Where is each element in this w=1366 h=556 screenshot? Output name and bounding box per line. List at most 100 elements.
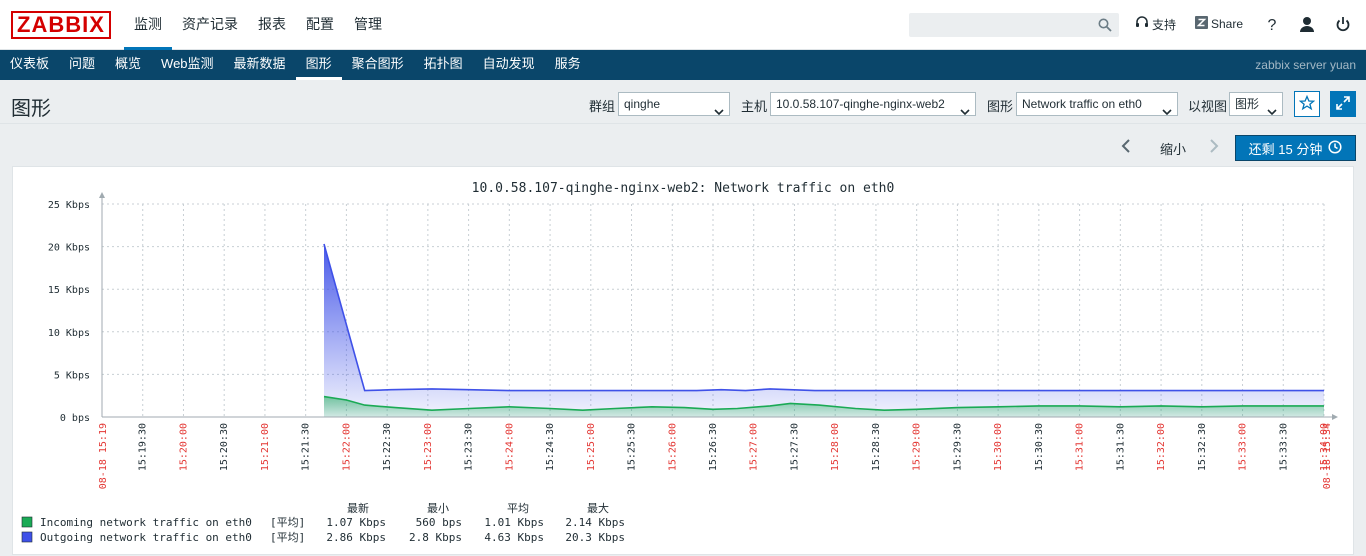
main-nav-item[interactable]: 配置 <box>296 0 344 50</box>
main-nav-item[interactable]: 管理 <box>344 0 392 50</box>
x-tick-label: 15:22:30 <box>382 423 393 471</box>
time-range-button[interactable]: 还剩 15 分钟 <box>1235 135 1356 161</box>
x-tick-label: 15:20:30 <box>219 423 230 471</box>
fullscreen-button[interactable] <box>1330 91 1356 117</box>
x-start-label: 08-18 15:19 <box>98 423 109 489</box>
x-tick-label: 15:30:30 <box>1034 423 1045 471</box>
support-link[interactable]: 支持 <box>1135 16 1176 33</box>
chevron-down-icon <box>960 101 970 123</box>
host-select-value: 10.0.58.107-qinghe-nginx-web2 <box>776 97 945 111</box>
page-header: 图形 群组 qinghe 主机 10.0.58.107-qinghe-nginx… <box>0 80 1366 124</box>
x-tick-label: 15:29:00 <box>912 423 923 471</box>
y-tick-label: 5 Kbps <box>54 370 90 381</box>
legend-header: 最新 <box>347 501 369 515</box>
sub-nav-item[interactable]: Web监测 <box>151 50 224 80</box>
sub-nav-item[interactable]: 服务 <box>545 50 591 80</box>
x-tick-label: 15:32:30 <box>1197 423 1208 471</box>
x-tick-label: 15:27:00 <box>749 423 760 471</box>
legend-value-max: 2.14 Kbps <box>565 516 625 529</box>
power-icon[interactable] <box>1335 14 1351 37</box>
sub-nav-item[interactable]: 最新数据 <box>224 50 296 80</box>
x-tick-label: 15:31:30 <box>1115 423 1126 471</box>
legend-header: 平均 <box>507 502 529 515</box>
chevron-left-icon[interactable] <box>1121 139 1131 156</box>
support-label: 支持 <box>1152 18 1177 32</box>
sub-nav-item[interactable]: 概览 <box>105 50 151 80</box>
x-tick-label: 15:24:30 <box>545 423 556 471</box>
search-box <box>909 13 1119 37</box>
zabbix-logo[interactable]: ZABBIX <box>11 11 111 39</box>
x-tick-label: 15:26:00 <box>667 423 678 471</box>
x-tick-label: 15:20:00 <box>178 423 189 471</box>
x-tick-label: 15:33:30 <box>1278 423 1289 471</box>
legend-value-min: 2.8 Kbps <box>409 531 462 544</box>
main-nav-item[interactable]: 监测 <box>124 0 172 50</box>
sub-nav-items: 仪表板 问题 概览 Web监测 最新数据 图形 聚合图形 拓扑图 自动发现 服务 <box>0 50 591 80</box>
search-input[interactable] <box>910 14 1095 36</box>
sub-nav-item[interactable]: 图形 <box>295 50 342 80</box>
legend-series-name: Incoming network traffic on eth0 <box>40 516 252 529</box>
sub-nav-item[interactable]: 自动发现 <box>473 50 545 80</box>
x-tick-label: 15:19:30 <box>138 423 149 471</box>
x-end-label: 08-18 15:34 <box>1322 423 1333 489</box>
zoom-out-button[interactable]: 缩小 <box>1160 139 1186 158</box>
chevron-right-icon[interactable] <box>1209 139 1219 156</box>
question-icon[interactable]: ? <box>1266 14 1278 37</box>
legend-color-swatch <box>21 531 33 543</box>
group-select-value: qinghe <box>624 97 661 111</box>
x-tick-label: 15:22:00 <box>341 423 352 471</box>
sub-nav-item[interactable]: 聚合图形 <box>342 50 414 80</box>
chart-legend: 最新 最小 平均 最大 Incoming network traffic on eth0… <box>21 501 625 544</box>
svg-text:?: ? <box>1268 17 1277 34</box>
x-tick-label: 15:25:00 <box>586 423 597 471</box>
chevron-down-icon <box>714 101 724 123</box>
main-nav-item[interactable]: 资产记录 <box>172 0 248 50</box>
time-selector-bar: 缩小 还剩 15 分钟 <box>0 125 1366 165</box>
legend-value-last: 1.07 Kbps <box>326 516 386 529</box>
chart-grid <box>102 203 1325 417</box>
group-select[interactable]: qinghe <box>618 92 730 116</box>
x-tick-label: 15:31:00 <box>1075 423 1086 471</box>
headset-icon <box>1135 16 1149 33</box>
main-nav-item[interactable]: 报表 <box>248 0 296 50</box>
y-tick-label: 20 Kbps <box>48 243 90 254</box>
host-select[interactable]: 10.0.58.107-qinghe-nginx-web2 <box>770 92 976 116</box>
sub-nav-item[interactable]: 仪表板 <box>0 50 59 80</box>
x-tick-label: 15:21:00 <box>260 423 271 471</box>
legend-value-avg: 4.63 Kbps <box>484 531 544 544</box>
x-tick-label: 15:32:00 <box>1156 423 1167 471</box>
star-icon <box>1298 94 1316 114</box>
x-tick-label: 15:23:00 <box>423 423 434 471</box>
share-link[interactable]: Share <box>1195 16 1243 32</box>
legend-header: 最小 <box>427 502 449 515</box>
chevron-down-icon <box>1162 101 1172 123</box>
x-tick-label: 15:25:30 <box>627 423 638 471</box>
legend-color-swatch <box>21 516 33 528</box>
search-icon[interactable] <box>1098 18 1112 35</box>
x-axis-arrow <box>1332 414 1338 420</box>
x-tick-label: 15:23:30 <box>464 423 475 471</box>
chevron-down-icon <box>1267 101 1277 123</box>
graph-select[interactable]: Network traffic on eth0 <box>1016 92 1178 116</box>
legend-function: [平均] <box>270 516 305 529</box>
sub-nav-item[interactable]: 拓扑图 <box>414 50 473 80</box>
y-axis-arrow <box>99 192 105 198</box>
x-tick-label: 15:27:30 <box>789 423 800 471</box>
x-tick-label: 15:29:30 <box>952 423 963 471</box>
group-label: 群组 <box>589 99 616 114</box>
favourite-button[interactable] <box>1294 91 1320 117</box>
y-tick-label: 15 Kbps <box>48 285 90 296</box>
network-traffic-graph[interactable]: 10.0.58.107-qinghe-nginx-web2: Network t… <box>13 167 1355 556</box>
user-icon[interactable] <box>1299 14 1315 37</box>
legend-function: [平均] <box>270 531 305 544</box>
main-nav: 监测 资产记录 报表 配置 管理 <box>124 0 392 50</box>
x-tick-label: 15:28:30 <box>871 423 882 471</box>
view-select[interactable]: 图形 <box>1229 92 1283 116</box>
legend-value-avg: 1.01 Kbps <box>484 516 544 529</box>
server-name: zabbix server yuan <box>1255 58 1356 72</box>
top-header: ZABBIX 监测 资产记录 报表 配置 管理 支持 Share ? <box>0 0 1366 50</box>
legend-value-last: 2.86 Kbps <box>326 531 386 544</box>
view-label: 以视图 <box>1188 99 1228 114</box>
sub-nav-item[interactable]: 问题 <box>59 50 105 80</box>
x-tick-label: 15:21:30 <box>301 423 312 471</box>
